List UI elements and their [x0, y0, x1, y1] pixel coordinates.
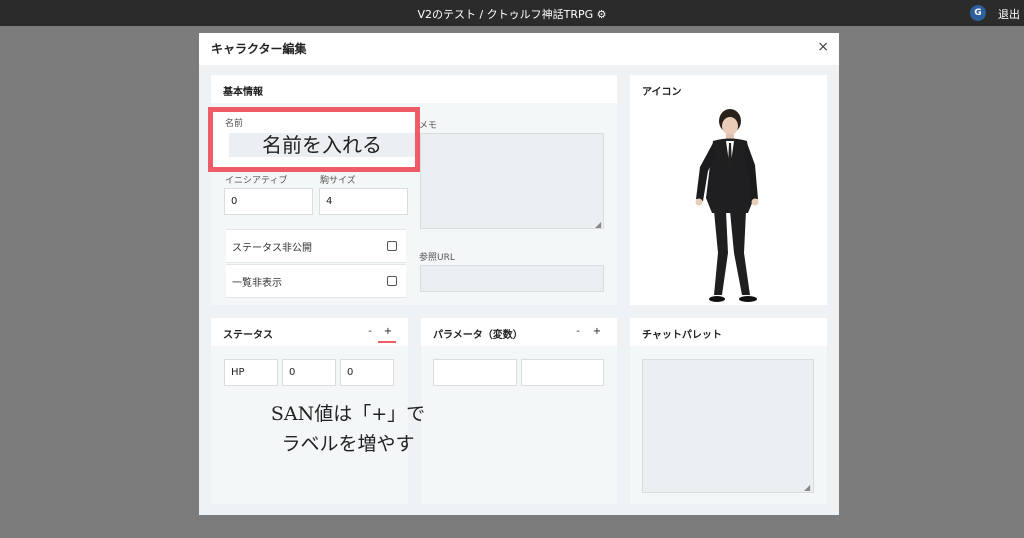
- dialog-title: キャラクター編集: [211, 42, 307, 56]
- memo-textarea[interactable]: [420, 133, 604, 229]
- chat-palette-title: チャットパレット: [642, 330, 722, 341]
- status-add-button[interactable]: +: [381, 326, 395, 337]
- name-input[interactable]: 名前を入れる: [229, 133, 415, 157]
- initiative-label: イニシアティブ: [225, 176, 288, 186]
- parameter-header: パラメータ（変数） - +: [421, 318, 617, 346]
- list-hidden-row[interactable]: 一覧非表示: [226, 264, 406, 298]
- name-field-highlight: 名前 名前を入れる: [208, 107, 420, 172]
- status-max-input[interactable]: 0: [340, 359, 394, 386]
- parameter-name-input[interactable]: [433, 359, 517, 386]
- chat-palette-textarea[interactable]: [642, 359, 814, 493]
- annotation-line-2: ラベルを増やす: [281, 433, 415, 455]
- status-value-input[interactable]: 0: [282, 359, 336, 386]
- status-remove-button[interactable]: -: [363, 326, 377, 337]
- list-hidden-label: 一覧非表示: [232, 278, 282, 289]
- room-title[interactable]: V2のテスト / クトゥルフ神話TRPG ⚙: [0, 6, 1024, 22]
- chat-palette-resize-handle[interactable]: ◢: [804, 483, 810, 492]
- chat-palette-panel: チャットパレット ◢: [630, 318, 827, 504]
- piece-size-label: 駒サイズ: [320, 176, 356, 186]
- top-bar: V2のテスト / クトゥルフ神話TRPG ⚙ G 退出: [0, 0, 1024, 26]
- reference-url-label: 参照URL: [419, 253, 455, 263]
- icon-header: アイコン: [630, 75, 827, 103]
- parameter-add-button[interactable]: +: [590, 326, 604, 337]
- initiative-input[interactable]: 0: [224, 188, 313, 215]
- status-private-label: ステータス非公開: [232, 243, 312, 254]
- logout-button[interactable]: 退出: [998, 6, 1020, 22]
- basic-info-title: 基本情報: [223, 87, 263, 98]
- annotation-line-1: SAN値は「+」で: [270, 403, 426, 425]
- reference-url-input[interactable]: [420, 265, 604, 292]
- icon-title: アイコン: [642, 87, 682, 98]
- memo-resize-handle[interactable]: ◢: [595, 220, 601, 229]
- icon-panel: アイコン: [630, 75, 827, 305]
- parameter-title: パラメータ（変数）: [433, 330, 523, 341]
- chat-palette-header: チャットパレット: [630, 318, 827, 346]
- status-private-row[interactable]: ステータス非公開: [226, 229, 406, 263]
- name-label: 名前: [225, 119, 244, 129]
- list-hidden-checkbox[interactable]: [387, 276, 397, 286]
- piece-size-input[interactable]: 4: [319, 188, 408, 215]
- status-title: ステータス: [223, 330, 273, 341]
- plus-highlight-underline: [378, 341, 396, 343]
- memo-label: メモ: [419, 121, 438, 131]
- close-icon[interactable]: ×: [817, 39, 829, 55]
- parameter-remove-button[interactable]: -: [571, 326, 585, 337]
- parameter-value-input[interactable]: [521, 359, 604, 386]
- user-avatar[interactable]: G: [970, 5, 986, 21]
- status-private-checkbox[interactable]: [387, 241, 397, 251]
- character-icon-image[interactable]: [630, 103, 827, 305]
- status-label-input[interactable]: HP: [224, 359, 278, 386]
- basic-info-header: 基本情報: [211, 75, 617, 103]
